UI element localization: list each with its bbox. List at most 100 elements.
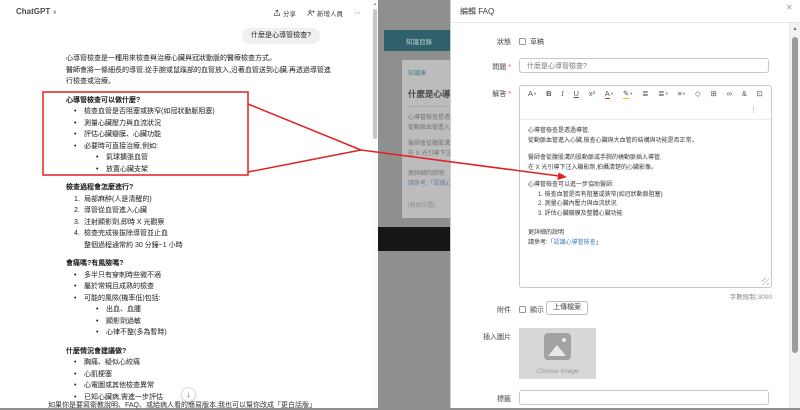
attachment-show-label: 顯示 xyxy=(530,305,544,315)
intro-line: 醫師會將一條細長的導管,從手腕或鼠蹊部的血管放入,沿著血管送到心臟,再透過導管進 xyxy=(66,65,328,77)
chatgpt-window: ChatGPT∨ 分享 新增人員 ⋯ 什麼是心導管檢查? 心導管檢查是一種用來檢… xyxy=(0,0,378,408)
upload-file-button[interactable]: 上傳檔案 xyxy=(546,301,588,315)
list-item: •心律不整(多為暫時) xyxy=(66,327,328,339)
background-nav-band: 知識目錄 xyxy=(384,30,450,51)
question-input[interactable] xyxy=(519,58,769,73)
attachment-label: 附件 xyxy=(451,305,511,315)
background-card-line: 醫師會從腹股溝的股動脈或手腕的橈動脈插 xyxy=(408,138,450,147)
add-people-label: 新增人員 xyxy=(317,8,343,18)
font-size-button[interactable]: A xyxy=(528,89,536,99)
superscript-button[interactable]: x² xyxy=(589,89,595,99)
assistant-message: 心導管檢查是一種用來檢查與治療心臟與冠狀動脈的醫療檢查方式。 醫師會將一條細長的… xyxy=(66,53,328,403)
add-people-button[interactable]: 新增人員 xyxy=(307,8,343,18)
list-item: •測量心臟壓力與血流狀況 xyxy=(66,118,328,130)
bold-button[interactable]: B xyxy=(546,89,551,99)
intro-line: 行檢查或治療。 xyxy=(66,76,328,88)
required-asterisk: * xyxy=(508,91,511,98)
ordered-list-button[interactable]: ≣ xyxy=(642,89,648,99)
align-button[interactable]: ≡ xyxy=(678,89,686,99)
intro-line: 心導管檢查是一種用來檢查與治療心臟與冠狀動脈的醫療檢查方式。 xyxy=(66,53,328,65)
answer-rich-text-editor[interactable]: A B I U x² A ✎ ≣ ≣ ≡ ◇ ⊞ ∞ & ⊡ ⋮ 心導管檢查是透… xyxy=(519,85,772,288)
background-card-line: 更詳細的說明 xyxy=(408,168,444,177)
fullscreen-button[interactable]: ⊡ xyxy=(757,89,763,99)
chatgpt-model-menu[interactable]: ChatGPT∨ xyxy=(16,7,57,16)
list-item: •評估心臟瓣膜、心臟功能 xyxy=(66,129,328,141)
background-card-line: 在 X 光引導下注入顯影劑,拍攝清楚的心 xyxy=(408,148,450,157)
background-card-link-line: 請參考:「認識心導管檢查」 xyxy=(408,178,450,187)
modal-title: 編輯 FAQ xyxy=(460,6,494,17)
list-item: •氣球擴張血管 xyxy=(66,152,328,164)
choose-image-dropzone[interactable]: Choose Image xyxy=(519,328,596,379)
attachment-show-checkbox[interactable] xyxy=(519,306,526,313)
list-item: 2.導管從血管進入心臟 xyxy=(66,205,328,217)
dotted-divider xyxy=(408,106,450,107)
editor-list-item: 1. 檢查血管是否有阻塞或狹窄(如冠狀動脈阻塞) xyxy=(538,191,763,201)
resize-handle-icon[interactable] xyxy=(762,278,769,285)
modal-scrollbar-thumb[interactable] xyxy=(792,37,798,353)
editor-line: 心導管檢查是透過導管, xyxy=(528,127,763,137)
unordered-list-button[interactable]: ≣ xyxy=(658,89,668,99)
image-icon-sun-dot xyxy=(562,338,566,342)
question-label: 問題* xyxy=(451,62,511,72)
image-placeholder-icon xyxy=(544,333,571,360)
editor-link-line: 請參考:「認識心導管檢查」 xyxy=(528,239,763,249)
list-item: •檢查血管是否阻塞或狹窄(如冠狀動脈阻塞) xyxy=(66,106,328,118)
close-icon[interactable]: ✕ xyxy=(786,3,793,12)
background-kicker: 知識庫 xyxy=(408,68,426,77)
underline-button[interactable]: U xyxy=(574,89,579,99)
clear-format-button[interactable]: ◇ xyxy=(695,89,701,99)
editor-blank-line xyxy=(528,219,763,229)
background-card-line: 心導管檢查是透過導管, xyxy=(408,112,450,121)
highlight-button[interactable]: ✎ xyxy=(623,89,633,99)
tags-label: 標籤 xyxy=(451,394,511,404)
editor-line: 從動脈血管進入心臟,檢查心臟與大血管的結構與功能是否正常。 xyxy=(528,137,763,147)
background-card-title: 什麼是心導管檢查? xyxy=(408,88,450,100)
link-button[interactable]: ∞ xyxy=(727,89,732,99)
background-card-footnote: [原始位置] xyxy=(408,200,435,209)
draft-checkbox-label: 草稿 xyxy=(530,37,544,47)
section-heading: 檢查過程會怎麼進行? xyxy=(66,182,328,194)
faq-reference-link[interactable]: 認識心導管檢查 xyxy=(554,240,596,246)
draft-checkbox[interactable] xyxy=(519,38,526,45)
answer-label: 解答* xyxy=(451,89,511,99)
list-item: •多半只有穿刺時些微不適 xyxy=(66,270,328,282)
editor-line: 心導管檢查可以進一步協助醫師: xyxy=(528,181,763,191)
editor-line: 醫師會從腹股溝的股動脈或手腕的橈動脈插入導管, xyxy=(528,154,763,164)
share-button[interactable]: 分享 xyxy=(273,8,296,18)
person-add-icon xyxy=(307,9,315,17)
share-label: 分享 xyxy=(283,8,296,18)
section-heading: 心導管檢查可以做什麼? xyxy=(66,95,328,107)
list-item: 1.局部麻醉(人是清醒的) xyxy=(66,194,328,206)
table-button[interactable]: ⊞ xyxy=(711,89,717,99)
editor-list-item: 2. 測量心臟內壓力與血流狀況 xyxy=(538,200,763,210)
user-message-bubble: 什麼是心導管檢查? xyxy=(242,28,320,44)
list-item: •屬於常規且成熟的檢查 xyxy=(66,281,328,293)
list-item: 3.注射顯影劑,即時 X 光觀察 xyxy=(66,217,328,229)
modal-scrollbar[interactable]: ▲ xyxy=(789,23,800,408)
list-item: •放置心臟支架 xyxy=(66,164,328,176)
share-icon xyxy=(273,9,281,17)
list-item-note: 整個過程通常約 30 分鐘~1 小時 xyxy=(66,240,328,252)
editor-list-item: 3. 評估心臟瓣膜及整體心臟功能 xyxy=(538,210,763,220)
background-nav-label: 知識目錄 xyxy=(406,36,432,46)
scroll-to-bottom-button[interactable]: ↓ xyxy=(181,387,196,402)
font-color-button[interactable]: A xyxy=(605,89,613,99)
italic-button[interactable]: I xyxy=(561,89,564,99)
list-item: •出血、血腫 xyxy=(66,304,328,316)
editor-content[interactable]: 心導管檢查是透過導管, 從動脈血管進入心臟,檢查心臟與大血管的結構與功能是否正常… xyxy=(520,120,771,255)
list-item: •可能的風險(機率低)包括: xyxy=(66,293,328,305)
background-page: 知識目錄 知識庫 什麼是心導管檢查? 心導管檢查是透過導管, 從動脈血管進入心臟… xyxy=(378,0,450,408)
insert-image-label: 插入圖片 xyxy=(451,332,511,342)
toolbar-more-button[interactable]: ⋮ xyxy=(750,107,757,114)
editor-toolbar: A B I U x² A ✎ ≣ ≣ ≡ ◇ ⊞ ∞ & ⊡ ⋮ xyxy=(520,86,771,120)
section-heading: 會痛嗎?有風險嗎? xyxy=(66,258,328,270)
background-card-line: 從動脈血管進入心臟,檢查心臟與大血管的 xyxy=(408,122,450,131)
tags-input[interactable] xyxy=(519,390,769,405)
list-item: •顯影劑過敏 xyxy=(66,316,328,328)
attach-file-button[interactable]: & xyxy=(742,89,747,99)
chat-scrollbar-thumb[interactable] xyxy=(373,9,377,139)
editor-line: 更詳細的說明 xyxy=(528,229,763,239)
list-item: •心電圖或其他檢查異常 xyxy=(66,380,328,392)
arrow-down-icon: ↓ xyxy=(187,390,191,399)
more-options-button[interactable]: ⋯ xyxy=(354,9,362,17)
